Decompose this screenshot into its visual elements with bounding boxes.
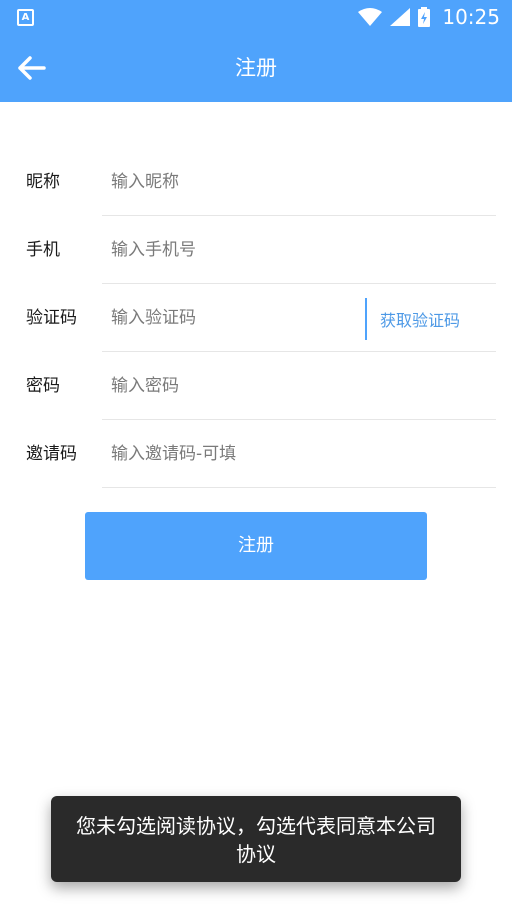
page-title: 注册 bbox=[235, 56, 277, 80]
nickname-input[interactable] bbox=[111, 162, 481, 202]
status-time: 10:25 bbox=[442, 5, 500, 29]
wifi-icon bbox=[358, 8, 383, 26]
invite-label: 邀请码 bbox=[26, 444, 77, 464]
phone-label: 手机 bbox=[26, 240, 60, 260]
nickname-row: 昵称 bbox=[0, 148, 512, 216]
divider bbox=[102, 487, 496, 488]
battery-icon bbox=[418, 7, 431, 27]
invite-row: 邀请码 bbox=[0, 420, 512, 488]
register-screen: A 10:25 注册 昵称 输入昵称 手机 输入手机号 验证码 输入验证码 获取… bbox=[0, 0, 512, 910]
phone-input[interactable] bbox=[111, 230, 481, 270]
password-input[interactable] bbox=[111, 366, 481, 406]
status-icons: 10:25 bbox=[358, 0, 500, 34]
code-row: 验证码 获取验证码 bbox=[0, 284, 512, 352]
status-bar: A 10:25 bbox=[0, 0, 512, 34]
signal-icon bbox=[390, 8, 411, 26]
nickname-label: 昵称 bbox=[26, 172, 60, 192]
register-form: 昵称 手机 验证码 获取验证码 密码 邀请码 bbox=[0, 148, 512, 488]
phone-row: 手机 bbox=[0, 216, 512, 284]
code-separator bbox=[365, 298, 367, 340]
toast-message: 您未勾选阅读协议，勾选代表同意本公司协议 bbox=[51, 796, 461, 882]
get-code-button[interactable]: 获取验证码 bbox=[380, 284, 460, 352]
register-button[interactable]: 注册 bbox=[85, 512, 427, 580]
code-label: 验证码 bbox=[26, 308, 77, 328]
password-row: 密码 bbox=[0, 352, 512, 420]
notification-a-icon: A bbox=[17, 9, 34, 26]
invite-input[interactable] bbox=[111, 434, 481, 474]
app-bar: 注册 bbox=[0, 34, 512, 102]
password-label: 密码 bbox=[26, 376, 60, 396]
code-input[interactable] bbox=[111, 298, 361, 338]
